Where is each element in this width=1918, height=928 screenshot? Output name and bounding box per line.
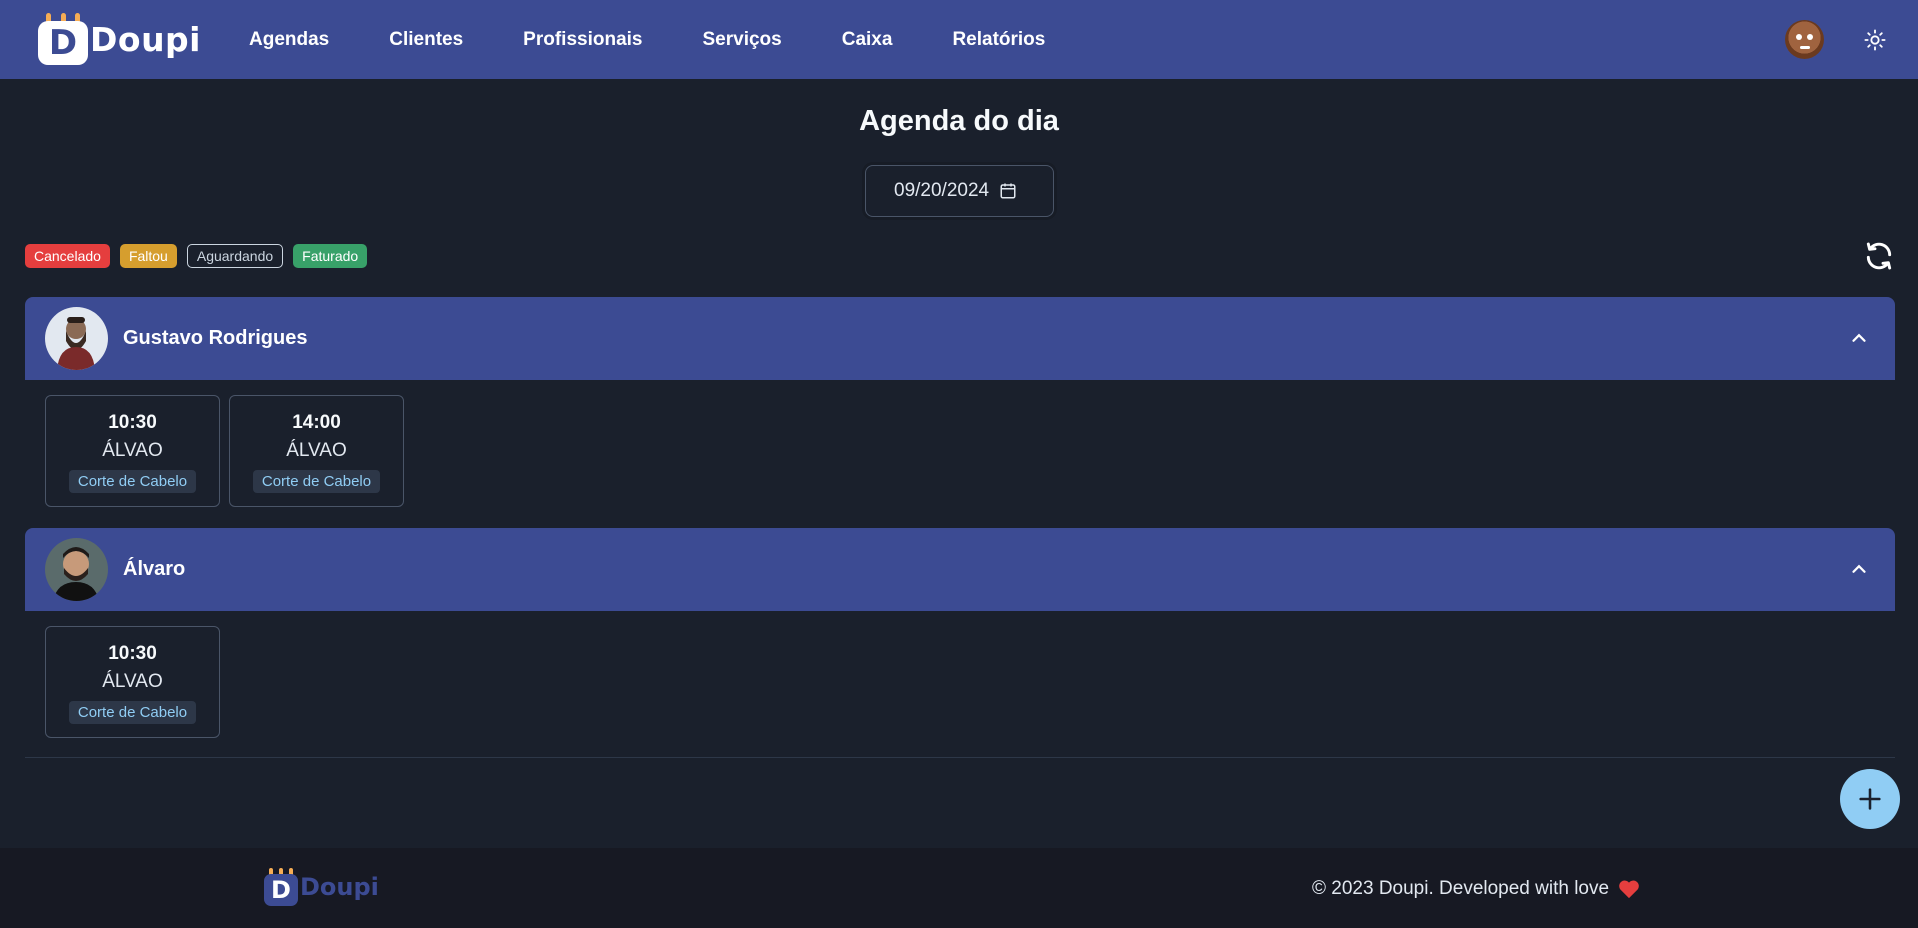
- professional-header-alvaro[interactable]: Álvaro: [25, 528, 1895, 611]
- add-appointment-button[interactable]: [1840, 769, 1900, 829]
- status-legend: Cancelado Faltou Aguardando Faturado: [25, 244, 377, 268]
- status-badge-faltou: Faltou: [119, 244, 177, 268]
- calendar-logo-icon: D: [38, 13, 88, 65]
- nav-servicos[interactable]: Serviços: [703, 29, 782, 51]
- chevron-up-icon[interactable]: [1848, 558, 1870, 580]
- footer-copyright: © 2023 Doupi. Developed with love: [1312, 878, 1640, 900]
- appointment-card[interactable]: 10:30 ÁLVAO Corte de Cabelo: [45, 395, 220, 507]
- footer-logo: D Doupi: [264, 868, 379, 906]
- service-tag: Corte de Cabelo: [68, 701, 197, 724]
- page-title: Agenda do dia: [859, 105, 1059, 137]
- status-badge-aguardando: Aguardando: [186, 244, 284, 268]
- nav-relatorios[interactable]: Relatórios: [952, 29, 1045, 51]
- nav-agendas[interactable]: Agendas: [249, 29, 329, 51]
- nav-caixa[interactable]: Caixa: [842, 29, 893, 51]
- appointment-time: 10:30: [108, 412, 157, 433]
- copyright-text: © 2023 Doupi. Developed with love: [1312, 878, 1610, 899]
- professional-avatar: [45, 538, 108, 601]
- nav-profissionais[interactable]: Profissionais: [523, 29, 642, 51]
- professional-name: Gustavo Rodrigues: [123, 327, 308, 349]
- professional-header-gustavo[interactable]: Gustavo Rodrigues: [25, 297, 1895, 380]
- service-tag: Corte de Cabelo: [68, 470, 197, 493]
- footer-brand-name: Doupi: [300, 873, 379, 901]
- user-avatar[interactable]: [1785, 20, 1824, 59]
- appointment-time: 10:30: [108, 643, 157, 664]
- appointment-card[interactable]: 10:30 ÁLVAO Corte de Cabelo: [45, 626, 220, 738]
- theme-toggle-button[interactable]: [1862, 27, 1888, 53]
- heart-icon: [1619, 880, 1639, 899]
- professional-name: Álvaro: [123, 558, 186, 580]
- status-badge-cancelado: Cancelado: [25, 244, 110, 268]
- section-divider: [25, 757, 1895, 758]
- chevron-up-icon[interactable]: [1848, 327, 1870, 349]
- top-navbar: D Doupi Agendas Clientes Profissionais S…: [0, 0, 1918, 79]
- appointment-client: ÁLVAO: [102, 440, 163, 461]
- appointment-client: ÁLVAO: [286, 440, 347, 461]
- calendar-logo-icon: D: [264, 868, 298, 906]
- nav-clientes[interactable]: Clientes: [389, 29, 463, 51]
- refresh-icon[interactable]: [1863, 240, 1895, 272]
- plus-icon: [1859, 788, 1881, 810]
- professional-avatar: [45, 307, 108, 370]
- calendar-icon[interactable]: [999, 182, 1017, 200]
- main-nav: Agendas Clientes Profissionais Serviços …: [249, 0, 1105, 79]
- status-badge-faturado: Faturado: [293, 244, 368, 268]
- brand-name: Doupi: [90, 19, 201, 59]
- brand-logo[interactable]: D Doupi: [38, 13, 201, 65]
- date-picker-input[interactable]: 09/20/2024: [865, 165, 1054, 217]
- date-value: 09/20/2024: [894, 180, 990, 201]
- appointment-client: ÁLVAO: [102, 671, 163, 692]
- appointment-card[interactable]: 14:00 ÁLVAO Corte de Cabelo: [229, 395, 404, 507]
- sun-icon: [1864, 29, 1886, 51]
- appointment-time: 14:00: [292, 412, 341, 433]
- service-tag: Corte de Cabelo: [252, 470, 381, 493]
